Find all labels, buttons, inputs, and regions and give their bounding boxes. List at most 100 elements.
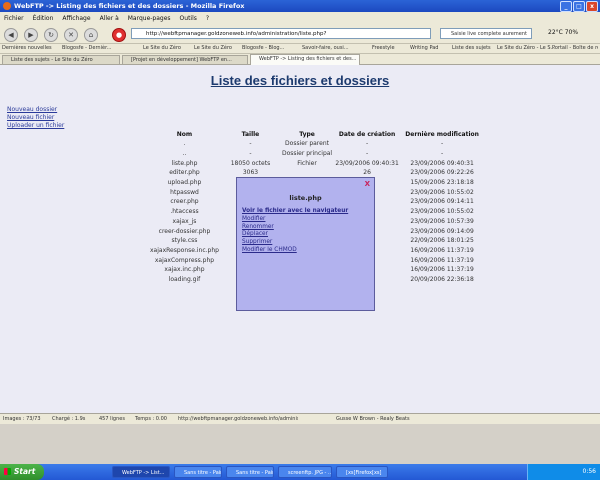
- minimize-button[interactable]: _: [560, 1, 572, 12]
- upload-file-link[interactable]: Uploader un fichier: [7, 122, 64, 130]
- cell-modified: 23/09/2006 09:40:31: [410, 159, 474, 167]
- cell-modified: 23/09/2006 10:55:02: [410, 208, 474, 216]
- table-row[interactable]: . - Dossier parent - -: [150, 139, 482, 149]
- bookmark-item[interactable]: Freestyle: [372, 45, 395, 51]
- menu-marque-pages[interactable]: Marque-pages: [128, 15, 171, 22]
- cell-name[interactable]: ..: [150, 149, 219, 159]
- tab-label: WebFTP -> Listing des fichiers et des...: [259, 56, 357, 62]
- close-button[interactable]: x: [586, 1, 598, 12]
- cell-name[interactable]: editer.php: [150, 168, 219, 178]
- bookmark-item[interactable]: Writing Pad: [410, 45, 438, 51]
- page-title: Liste des fichiers et dossiers: [210, 73, 390, 88]
- cell-size: -: [249, 150, 252, 158]
- start-button[interactable]: Start: [0, 464, 44, 480]
- cell-modified: -: [441, 140, 444, 148]
- taskbar-item-paint[interactable]: Sans titre - Paint: [226, 466, 274, 478]
- cell-modified: 23/09/2006 09:22:26: [410, 169, 474, 177]
- cell-name[interactable]: .htaccess: [150, 207, 219, 217]
- taskbar-item-webftp[interactable]: WebFTP -> List...: [112, 466, 170, 478]
- menu-bar: Fichier Édition Affichage Aller à Marque…: [0, 12, 600, 24]
- tab-webftp[interactable]: WebFTP -> Listing des fichiers et des...: [250, 54, 360, 65]
- cell-name[interactable]: creer.php: [150, 197, 219, 207]
- new-file-link[interactable]: Nouveau fichier: [7, 114, 64, 122]
- address-bar[interactable]: http://webftpmanager.goldzoneweb.info/ad…: [131, 28, 431, 39]
- cell-name[interactable]: loading.gif: [150, 275, 219, 285]
- bookmark-item[interactable]: Portail - Boîte de récep...: [552, 45, 598, 51]
- cell-name[interactable]: .: [150, 139, 219, 149]
- window-controls: _ □ x: [560, 1, 598, 12]
- cell-name[interactable]: xajax_js: [150, 217, 219, 227]
- menu-affichage[interactable]: Affichage: [62, 15, 90, 22]
- bookmark-item[interactable]: Blogosfe - Blog...: [242, 45, 284, 51]
- cell-name[interactable]: xajaxCompress.php: [150, 255, 219, 265]
- modify-link[interactable]: Modifier: [242, 216, 348, 224]
- cell-name[interactable]: xajax.inc.php: [150, 265, 219, 275]
- back-icon[interactable]: ◀: [4, 28, 18, 42]
- cell-created: -: [366, 150, 369, 158]
- weather-status: 22°C 70%: [548, 29, 579, 36]
- window-title: WebFTP -> Listing des fichiers et des do…: [14, 2, 245, 10]
- cell-modified: 23/09/2006 10:57:39: [410, 217, 474, 225]
- cell-name[interactable]: creer-dossier.php: [150, 226, 219, 236]
- status-lines: 457 lignes: [99, 416, 125, 422]
- bookmark-item[interactable]: Dernières nouvelles: [2, 45, 52, 51]
- maximize-button[interactable]: □: [573, 1, 585, 12]
- view-in-browser-link[interactable]: Voir le fichier avec le navigateur: [242, 208, 348, 216]
- cell-name[interactable]: htpasswd: [150, 187, 219, 197]
- stop-icon[interactable]: ✕: [64, 28, 78, 42]
- navigation-toolbar: ◀ ▶ ↻ ✕ ⌂ ● http://webftpmanager.goldzon…: [0, 24, 600, 44]
- forward-icon[interactable]: ▶: [24, 28, 38, 42]
- delete-link[interactable]: Supprimer: [242, 239, 348, 247]
- bookmark-item[interactable]: Le Site du Zéro: [143, 45, 181, 51]
- action-links: Nouveau dossier Nouveau fichier Uploader…: [7, 106, 64, 130]
- cell-name[interactable]: style.css: [150, 236, 219, 246]
- cell-modified: -: [441, 150, 444, 158]
- menu-aller-a[interactable]: Aller à: [100, 15, 119, 22]
- bookmarks-bar: Dernières nouvelles Blogosfe - Dernièr..…: [0, 44, 600, 54]
- move-link[interactable]: Déplacer: [242, 231, 348, 239]
- bookmark-item[interactable]: Le Site du Zéro: [194, 45, 232, 51]
- bookmark-item[interactable]: Le Site du Zéro - Le S...: [497, 45, 555, 51]
- cell-size: -: [249, 140, 252, 148]
- reload-icon[interactable]: ↻: [44, 28, 58, 42]
- taskbar-item-firefox[interactable]: [xs]Firefox[xs]: [336, 466, 388, 478]
- chmod-link[interactable]: Modifier le CHMOD: [242, 247, 348, 255]
- status-music: Gusse W Brown - Realy Beats: [336, 416, 410, 422]
- bookmark-item[interactable]: Savoir-faire, ousi...: [302, 45, 349, 51]
- tab-bar: Liste des sujets - Le Site du Zéro [Proj…: [0, 54, 600, 65]
- page-content: Liste des fichiers et dossiers Nouveau d…: [0, 65, 600, 413]
- status-loaded: Chargé : 1.9s: [52, 416, 86, 422]
- window-title-bar: WebFTP -> Listing des fichiers et des do…: [0, 0, 600, 12]
- table-row[interactable]: .. - Dossier principal - -: [150, 149, 482, 159]
- cell-name[interactable]: upload.php: [150, 178, 219, 188]
- tab-liste-sujets[interactable]: Liste des sujets - Le Site du Zéro: [2, 55, 120, 64]
- new-folder-link[interactable]: Nouveau dossier: [7, 106, 64, 114]
- table-row[interactable]: liste.php 18050 octets Fichier 23/09/2006 0…: [150, 158, 482, 168]
- bookmark-item[interactable]: Blogosfe - Dernièr...: [62, 45, 111, 51]
- popup-title: liste.php: [289, 194, 322, 202]
- cell-name[interactable]: xajaxResponse.inc.php: [150, 246, 219, 256]
- taskbar-item-screenftp[interactable]: screenftp. JPG - ...: [278, 466, 332, 478]
- cell-modified: 23/09/2006 09:14:09: [410, 227, 474, 235]
- cell-created: 23/09/2006 09:40:31: [335, 159, 399, 167]
- search-input[interactable]: Saisie live complete aurement: [440, 28, 532, 39]
- tab-projet[interactable]: [Projet en développement] WebFTP en...: [122, 55, 248, 64]
- tab-label: [Projet en développement] WebFTP en...: [131, 57, 232, 63]
- cell-name[interactable]: liste.php: [150, 158, 219, 168]
- search-text: Saisie live complete aurement: [451, 31, 527, 37]
- status-bar: Images : 73/73 Chargé : 1.9s 457 lignes …: [0, 413, 600, 424]
- bookmark-item[interactable]: Liste des sujets: [452, 45, 491, 51]
- cell-type: Dossier principal: [281, 150, 333, 158]
- adblock-icon[interactable]: ●: [112, 28, 126, 42]
- popup-close-button[interactable]: X: [365, 180, 370, 188]
- taskbar-item-paint[interactable]: Sans titre - Paint: [174, 466, 222, 478]
- menu-outils[interactable]: Outils: [180, 15, 197, 22]
- file-actions-popup: X liste.php Voir le fichier avec le navi…: [236, 177, 375, 311]
- table-header: Nom Taille Type Date de création Dernièr…: [150, 130, 482, 139]
- home-icon[interactable]: ⌂: [84, 28, 98, 42]
- menu-fichier[interactable]: Fichier: [4, 15, 24, 22]
- status-time: Temps : 0.00: [135, 416, 167, 422]
- menu-edition[interactable]: Édition: [33, 15, 54, 22]
- menu-help[interactable]: ?: [206, 15, 209, 22]
- header-modified: Dernière modification: [405, 131, 479, 138]
